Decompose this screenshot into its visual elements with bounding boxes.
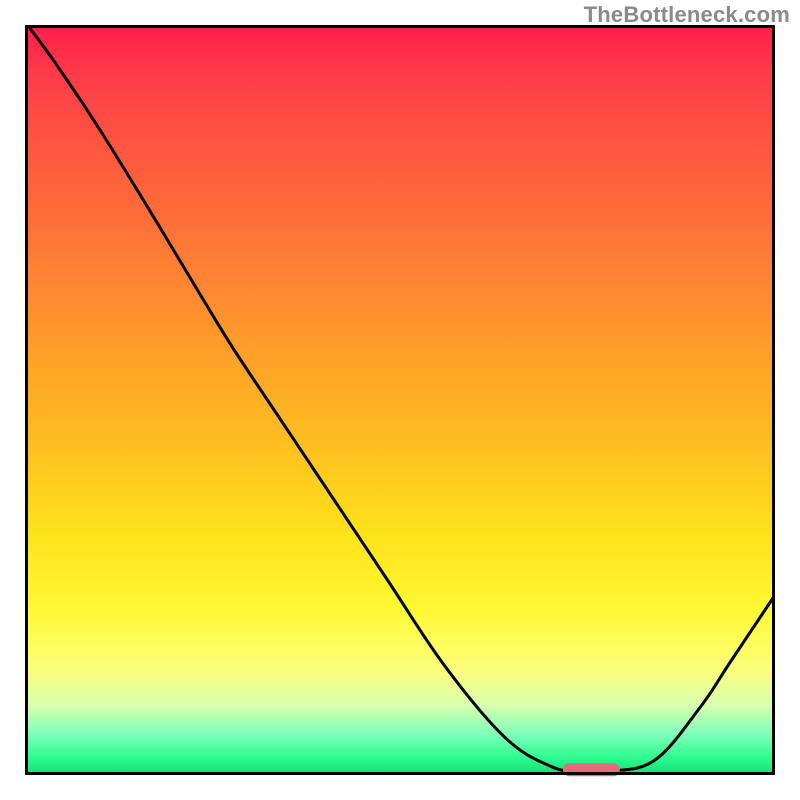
- optimal-marker: [563, 763, 619, 777]
- chart-stage: TheBottleneck.com: [0, 0, 800, 800]
- plot-area: [25, 25, 775, 775]
- bottleneck-curve-path: [28, 26, 775, 773]
- curve-svg: [25, 25, 775, 775]
